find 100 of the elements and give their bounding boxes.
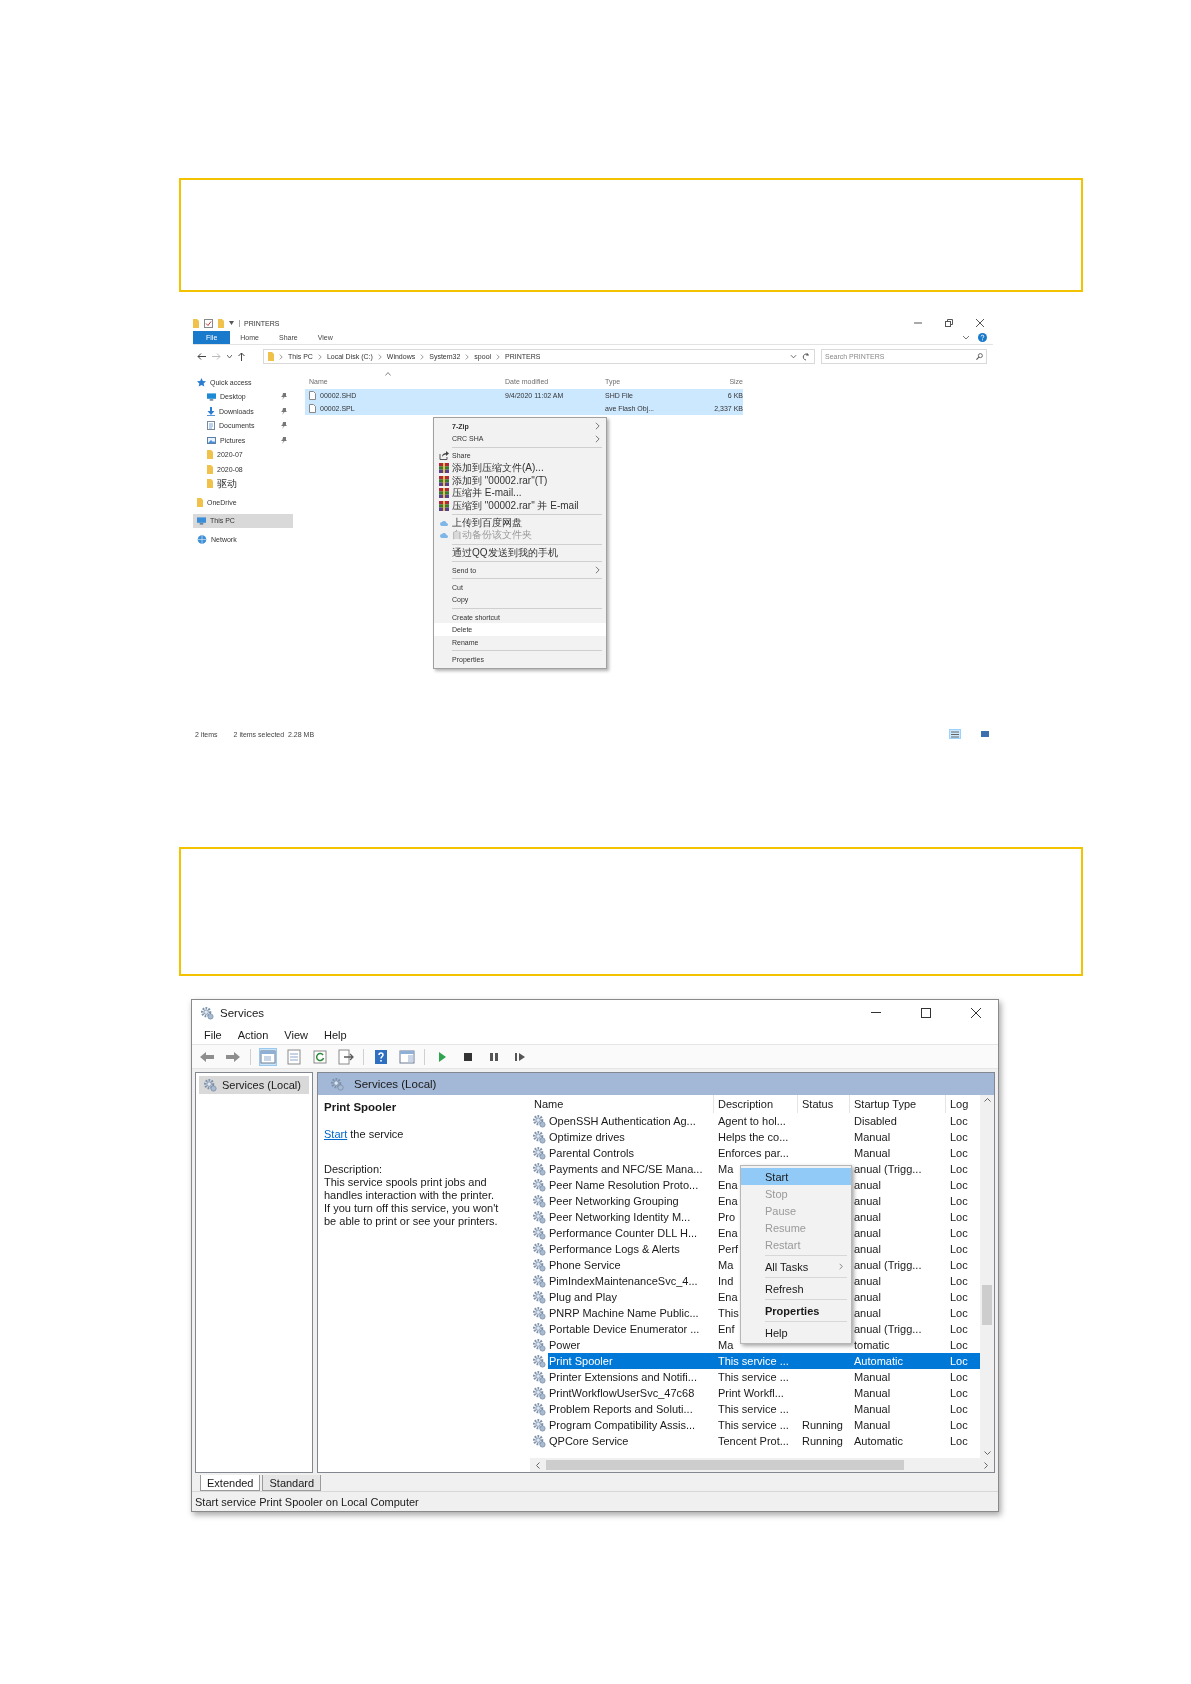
column-header[interactable]: Description: [714, 1095, 798, 1113]
menu-item[interactable]: 压缩并 E-mail...: [434, 486, 606, 500]
chevron-down-icon[interactable]: [790, 354, 797, 359]
table-cell: Print Workfl...: [718, 1387, 784, 1399]
table-cell[interactable]: Optimize drives: [549, 1131, 625, 1143]
caret-icon[interactable]: [227, 354, 232, 359]
menu-item[interactable]: All Tasks: [741, 1258, 851, 1275]
menu-bar-item[interactable]: File: [196, 1029, 230, 1041]
column-header[interactable]: Startup Type: [850, 1095, 946, 1113]
table-cell[interactable]: QPCore Service: [549, 1435, 629, 1447]
table-cell[interactable]: Problem Reports and Soluti...: [549, 1403, 693, 1415]
refresh-button[interactable]: [311, 1047, 329, 1066]
table-cell: Loc: [950, 1179, 968, 1191]
menu-item[interactable]: Properties: [741, 1302, 851, 1319]
breadcrumb-chevron-icon: [377, 353, 382, 360]
table-cell: Loc: [950, 1387, 968, 1399]
gear-icon: [532, 1210, 546, 1224]
chevron-down-icon[interactable]: [962, 335, 970, 340]
back-arrow-icon[interactable]: [197, 353, 206, 360]
menu-bar-item[interactable]: Help: [315, 1029, 355, 1041]
menu-item[interactable]: 添加到 "00002.rar"(T): [434, 474, 606, 487]
gear-icon: [532, 1434, 546, 1448]
table-cell[interactable]: Phone Service: [549, 1259, 621, 1271]
table-cell[interactable]: PimIndexMaintenanceSvc_4...: [549, 1275, 698, 1287]
table-cell[interactable]: Portable Device Enumerator ...: [549, 1323, 700, 1335]
pin-icon[interactable]: [281, 422, 287, 430]
table-cell[interactable]: Peer Networking Grouping: [549, 1195, 679, 1207]
gear-icon: [532, 1258, 546, 1272]
menu-item[interactable]: 上传到百度网盘: [434, 516, 606, 530]
refresh-icon[interactable]: [802, 352, 810, 361]
pin-icon[interactable]: [281, 393, 287, 401]
table-cell: Loc: [950, 1339, 968, 1351]
menu-item[interactable]: Help: [741, 1324, 851, 1341]
start-link[interactable]: Start: [324, 1128, 348, 1140]
table-cell: Loc: [950, 1195, 968, 1207]
table-cell[interactable]: Print Spooler: [549, 1355, 613, 1367]
table-cell[interactable]: OpenSSH Authentication Ag...: [549, 1115, 696, 1127]
menu-bar-item[interactable]: View: [276, 1029, 316, 1041]
nav-item[interactable]: 驱动: [193, 476, 293, 491]
scroll-down-icon[interactable]: [983, 1451, 991, 1455]
table-cell[interactable]: Parental Controls: [549, 1147, 634, 1159]
table-cell: anual: [854, 1275, 881, 1287]
table-cell: Loc: [950, 1323, 968, 1335]
export-button[interactable]: [337, 1047, 355, 1066]
column-header[interactable]: Name: [530, 1095, 714, 1113]
status-text: Start service Print Spooler on Local Computer: [195, 1495, 419, 1508]
scroll-left-icon[interactable]: [536, 1461, 540, 1469]
tiles-view-button[interactable]: [979, 729, 991, 739]
selected-row[interactable]: Print Spooler This service ... Automatic Loc: [548, 1353, 980, 1369]
table-cell[interactable]: Payments and NFC/SE Mana...: [549, 1163, 703, 1175]
restore-icon[interactable]: [945, 319, 953, 327]
gear-icon: [532, 1242, 546, 1256]
view-tab[interactable]: Extended: [200, 1475, 261, 1491]
table-cell[interactable]: Peer Name Resolution Proto...: [549, 1179, 699, 1191]
tree-item[interactable]: Services (Local): [199, 1076, 309, 1094]
view-tab[interactable]: Standard: [262, 1475, 322, 1491]
table-cell[interactable]: Plug and Play: [549, 1291, 617, 1303]
menu-item[interactable]: Start: [741, 1168, 851, 1185]
table-cell: Manual: [854, 1419, 891, 1431]
breadcrumb-chevron-icon: [496, 353, 501, 360]
table-cell: Perf: [718, 1243, 739, 1255]
table-cell[interactable]: Power: [549, 1339, 581, 1351]
gear-icon: [532, 1162, 546, 1176]
close-icon[interactable]: [976, 319, 984, 327]
table-cell: Manual: [854, 1371, 891, 1383]
menu-bar-item[interactable]: Action: [229, 1029, 277, 1041]
scroll-thumb[interactable]: [982, 1285, 992, 1325]
caret-icon[interactable]: [229, 321, 234, 325]
table-cell[interactable]: Performance Counter DLL H...: [549, 1227, 698, 1239]
menu-item[interactable]: 压缩到 "00002.rar" 并 E-mail: [434, 499, 606, 512]
table-cell[interactable]: Printer Extensions and Notifi...: [549, 1371, 697, 1383]
table-cell[interactable]: Program Compatibility Assis...: [549, 1419, 696, 1431]
scroll-up-icon[interactable]: [983, 1098, 991, 1102]
scroll-right-icon[interactable]: [984, 1461, 988, 1469]
menu-item[interactable]: 通过QQ发送到我的手机: [434, 546, 606, 559]
gear-icon: [532, 1370, 546, 1384]
pin-icon[interactable]: [281, 407, 287, 415]
table-cell: anual (Trigg...: [854, 1259, 922, 1271]
table-cell[interactable]: Peer Networking Identity M...: [549, 1211, 691, 1223]
pin-icon[interactable]: [281, 436, 287, 444]
vertical-scrollbar[interactable]: [980, 1095, 994, 1458]
help-button[interactable]: [372, 1047, 390, 1066]
description-label: Description:: [324, 1163, 384, 1176]
up-arrow-icon[interactable]: [238, 352, 245, 361]
menu-item[interactable]: 添加到压缩文件(A)...: [434, 462, 606, 475]
help-icon[interactable]: [978, 333, 987, 342]
table-cell: Loc: [950, 1403, 968, 1415]
table-cell: Loc: [950, 1259, 968, 1271]
details-view-button[interactable]: [949, 729, 961, 739]
table-cell[interactable]: PrintWorkflowUserSvc_47c68: [549, 1387, 695, 1399]
properties-icon: [286, 1048, 302, 1065]
table-cell[interactable]: Performance Logs & Alerts: [549, 1243, 680, 1255]
horizontal-scrollbar[interactable]: [530, 1458, 994, 1472]
column-header[interactable]: Status: [798, 1095, 850, 1113]
table-cell[interactable]: PNRP Machine Name Public...: [549, 1307, 699, 1319]
checkbox-icon[interactable]: [204, 318, 213, 328]
column-header[interactable]: Log: [946, 1095, 980, 1113]
share-icon: [439, 451, 449, 461]
scroll-thumb[interactable]: [546, 1460, 904, 1470]
menu-item[interactable]: Refresh: [741, 1280, 851, 1297]
